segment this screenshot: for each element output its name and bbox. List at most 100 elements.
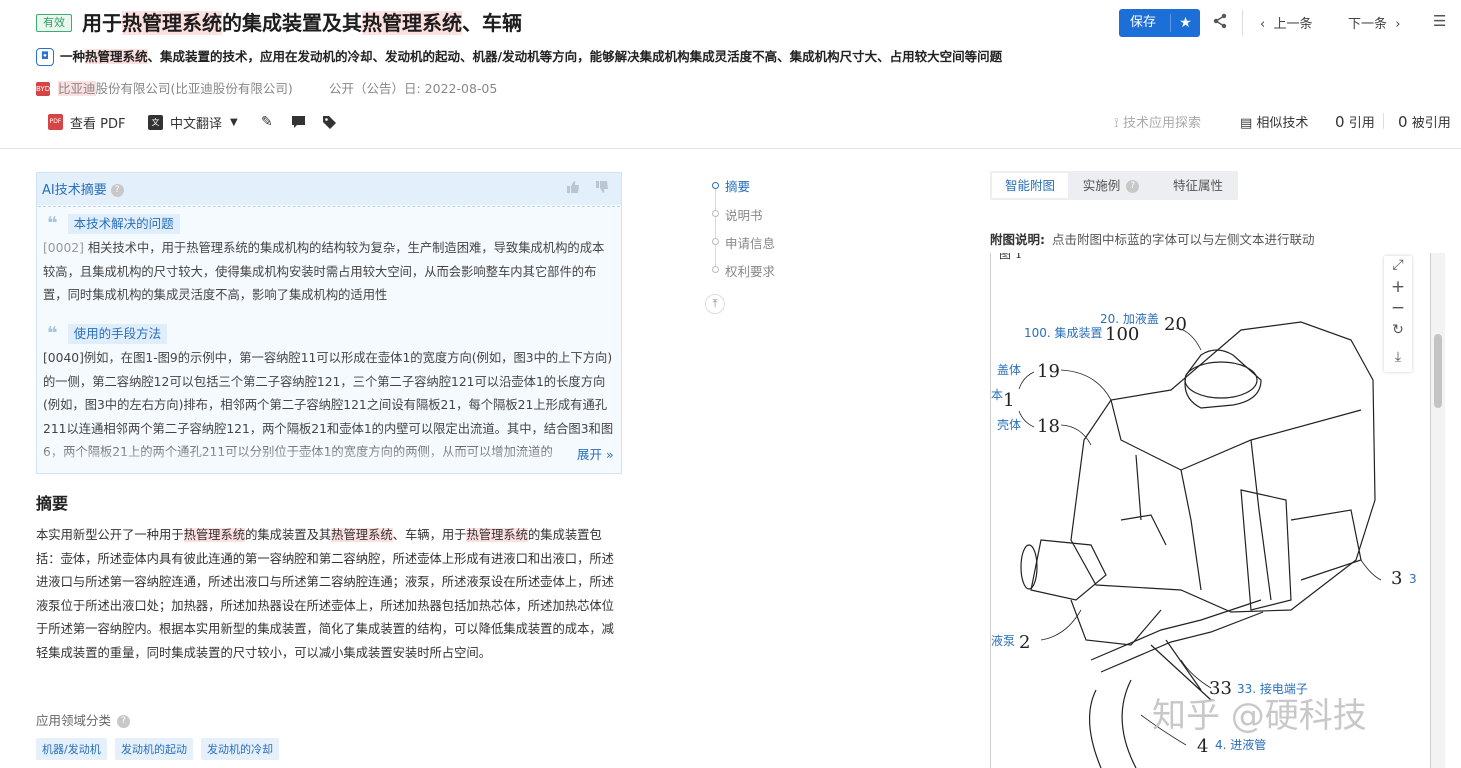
next-button[interactable]: 下一条 › [1348,13,1400,32]
field-tag[interactable]: 发动机的冷却 [201,738,279,760]
divider [1242,10,1243,36]
thumbs-down-icon[interactable] [595,180,609,198]
problem-section-head: ❝ 本技术解决的问题 [47,214,180,234]
field-classification-title: 应用领域分类? [36,710,131,729]
figure-label-link[interactable]: 壳体 [997,418,1021,432]
figure-label-link[interactable]: 盖体 [997,363,1021,377]
figure-label-link[interactable]: 本 [991,388,1003,402]
download-icon[interactable]: ⤓ [1384,349,1412,365]
share-icon[interactable] [1212,13,1228,33]
highlighter-icon[interactable]: ✎ [261,112,273,132]
abstract-highlight: 热管理系统 [183,528,246,542]
tech-summary-line: 一种热管理系统、集成装置的技术，应用在发动机的冷却、发动机的起动、机器/发动机等… [60,47,1002,67]
help-icon[interactable]: ? [110,184,124,197]
citation-count[interactable]: 0 引用 [1335,112,1375,131]
document-icon: ▤ [1240,116,1257,131]
figure-number: 100 [1105,324,1139,345]
scrollbar-thumb[interactable] [1434,334,1442,408]
ai-title-text: AI技术摘要 [42,183,107,198]
tab-smart-figures[interactable]: 智能附图 [992,173,1068,198]
field-title-text: 应用领域分类 [36,713,112,728]
view-pdf-button[interactable]: PDF 查看 PDF [48,112,125,132]
save-button[interactable]: 保存 ★ [1119,9,1200,37]
thumbs-up-icon[interactable] [566,180,580,198]
double-chevron-down-icon: » [602,447,614,462]
help-icon[interactable]: ? [117,715,131,728]
leader-lines [1018,327,1382,746]
nav-dot [712,238,719,245]
nav-dot [712,182,719,189]
title-part: 、车辆 [462,11,522,35]
header-divider [0,148,1461,149]
nav-item-claims[interactable]: 权利要求 [725,261,775,280]
figure-label-link[interactable]: 4. 进液管 [1215,737,1266,752]
figure-label-link[interactable]: 液泵 [991,633,1015,648]
nav-item-abstract[interactable]: 摘要 [725,176,750,195]
figure-number: 2 [1019,632,1030,653]
cited-by-count[interactable]: 0 被引用 [1398,112,1451,131]
figure-label-link[interactable]: 3 [1409,572,1417,586]
list-menu-icon[interactable]: ☰ [1433,12,1446,30]
problem-body: 相关技术中，用于热管理系统的集成机构的结构较为复杂，生产制造困难，导致集成机构的… [43,241,605,302]
save-label: 保存 [1119,14,1171,32]
translate-label: 中文翻译 [170,116,223,132]
nav-dot [712,266,719,273]
divider [1383,113,1384,129]
summary-part: 、集成装置的技术，应用在发动机的冷却、发动机的起动、机器/发动机等方向，能够解决… [147,49,1003,64]
nav-item-application-info[interactable]: 申请信息 [725,233,775,252]
help-icon[interactable]: ? [1126,180,1140,193]
status-badge: 有效 [36,14,72,32]
fullscreen-icon[interactable]: ⤢ [1384,257,1412,273]
back-to-top-icon[interactable]: ⤒ [705,294,725,314]
zoom-in-icon[interactable]: + [1384,277,1412,297]
abstract-part: 的集成装置及其 [245,528,332,542]
figure-scrollbar[interactable] [1431,253,1445,768]
paragraph-id[interactable]: [0002] [43,241,84,255]
tag-icon[interactable] [322,112,337,132]
title-part: 用于 [82,11,122,35]
figure-label-link[interactable]: 20. 加液盖 [1100,311,1159,326]
comment-icon[interactable] [291,112,306,132]
prev-button[interactable]: ‹ 上一条 [1260,13,1312,32]
company-highlight: 比亚迪 [58,81,96,96]
abstract-text: 本实用新型公开了一种用于热管理系统的集成装置及其热管理系统、车辆，用于热管理系统… [36,524,616,665]
company-link[interactable]: 比亚迪股份有限公司(比亚迪股份有限公司) [58,80,293,98]
star-icon[interactable]: ★ [1171,15,1200,31]
expand-label: 展开 [577,447,603,462]
expand-button[interactable]: 展开 » [574,444,614,463]
figure-number: 18 [1037,416,1060,437]
rotate-icon[interactable]: ↻ [1384,322,1412,338]
next-label: 下一条 [1348,17,1388,32]
title-highlight: 热管理系统 [122,11,222,35]
chevron-left-icon: ‹ [1260,17,1274,32]
nav-item-description[interactable]: 说明书 [725,205,763,224]
chevron-right-icon: › [1387,17,1401,32]
figure-number: 1 [1003,390,1014,411]
fade-overlay [37,440,621,472]
figure-number: 4 [1197,736,1208,757]
figure-caption: 图 1 [999,253,1022,261]
abstract-part: 的集成装置包括：壶体，所述壶体内具有彼此连通的第一容纳腔和第二容纳腔，所述壶体上… [36,528,614,660]
tab-embodiments[interactable]: 实施例? [1072,173,1150,198]
zoom-out-icon[interactable]: − [1384,298,1412,318]
similar-tech-button[interactable]: ▤ 相似技术 [1240,112,1308,131]
figure-label-link[interactable]: 100. 集成装置 [1024,325,1103,340]
cited-count: 0 [1398,113,1408,131]
problem-tag: 本技术解决的问题 [67,214,180,234]
field-tag[interactable]: 发动机的起动 [115,738,193,760]
caret-down-icon: ▼ [230,116,238,128]
tab-features[interactable]: 特征属性 [1160,173,1236,198]
title-highlight: 热管理系统 [362,11,462,35]
figure-note-label: 附图说明: [990,232,1045,247]
explore-icon: ⟟ [1114,116,1123,131]
quote-icon: ❝ [47,213,58,234]
figure-number: 19 [1037,361,1060,382]
abstract-highlight: 热管理系统 [331,528,393,542]
field-tag[interactable]: 机器/发动机 [36,738,107,760]
figure-number: 3 [1391,568,1402,589]
translate-dropdown[interactable]: 文 中文翻译 ▼ [148,112,238,132]
quote-icon: ❝ [47,323,58,344]
publication-date: 公开（公告）日: 2022-08-05 [329,81,498,96]
cited-label: 被引用 [1411,116,1451,131]
tech-explore-button[interactable]: ⟟ 技术应用探索 [1114,112,1201,131]
